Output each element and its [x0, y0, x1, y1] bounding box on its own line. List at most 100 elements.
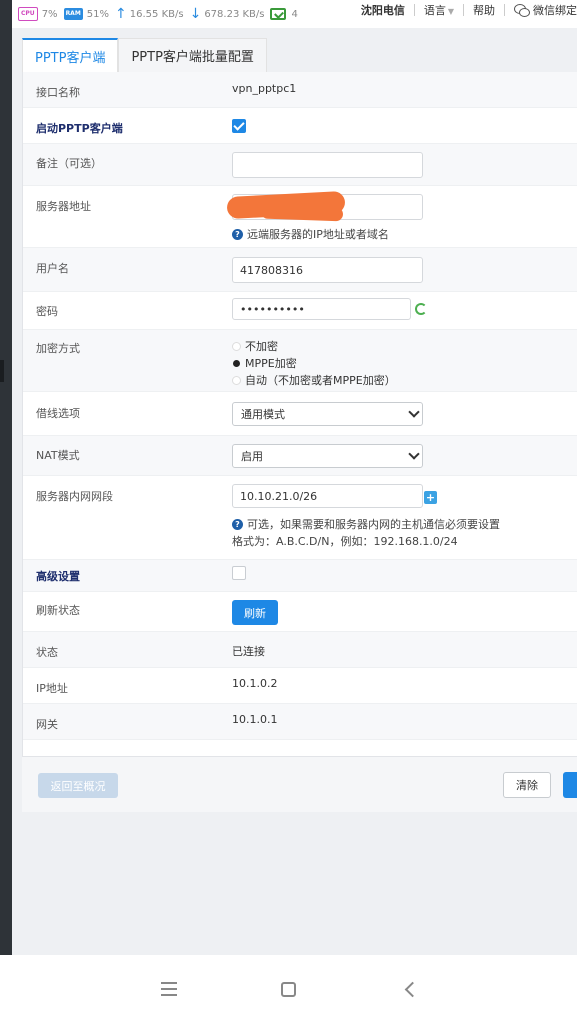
radio-dot [232, 341, 241, 351]
tab-pptp-client[interactable]: PPTP客户端 [22, 38, 119, 72]
menu-icon[interactable] [161, 982, 177, 996]
ip-label: IP地址 [36, 682, 68, 695]
radio-mppe[interactable]: MPPE加密 [232, 355, 297, 371]
row-ip: IP地址 10.1.0.2 [23, 668, 577, 704]
radio-label: 不加密 [245, 340, 278, 353]
upload-stat: ↑ 16.55 KB/s [115, 6, 184, 22]
chevron-down-icon [408, 448, 420, 460]
refresh-label: 刷新状态 [36, 604, 80, 617]
row-interface-name: 接口名称 vpn_pptpc1 [23, 72, 577, 108]
line-borrow-select[interactable]: 通用模式 [232, 402, 423, 426]
row-status: 状态 已连接 [23, 632, 577, 668]
download-arrow-icon: ↓ [189, 6, 202, 22]
interface-name-label: 接口名称 [36, 86, 80, 99]
question-icon: ? [232, 518, 243, 530]
row-advanced: 高级设置 [23, 560, 577, 592]
upload-value: 16.55 KB/s [129, 8, 184, 20]
add-subnet-button[interactable]: + [424, 491, 437, 504]
advanced-checkbox[interactable] [232, 566, 246, 580]
ram-value: 51% [86, 8, 110, 20]
username-label: 用户名 [36, 262, 69, 275]
divider [504, 4, 505, 16]
subnet-help-text: 可选，如果需要和服务器内网的主机通信必须要设置 [247, 518, 500, 531]
status-label: 状态 [36, 646, 58, 659]
status-value: 已连接 [232, 645, 265, 658]
upload-arrow-icon: ↑ [115, 6, 127, 22]
row-gateway: 网关 10.1.0.1 [23, 704, 577, 740]
wechat-bind-link[interactable]: 微信绑定 [533, 2, 577, 18]
row-line-borrow: 借线选项 通用模式 [23, 392, 577, 436]
remark-input[interactable] [232, 152, 423, 178]
language-menu[interactable]: 语言 ▼ [424, 2, 454, 18]
ram-stat: RAM 51% [63, 8, 110, 20]
row-username: 用户名 417808316 [23, 248, 577, 292]
subnet-format-text: 格式为：A.B.C.D/N，例如：192.168.1.0/24 [232, 535, 458, 548]
refresh-icon[interactable] [415, 303, 427, 315]
download-value: 678.23 KB/s [204, 8, 265, 20]
wechat-icon[interactable] [514, 4, 530, 17]
nat-label: NAT模式 [36, 449, 80, 462]
isp-label: 沈阳电信 [360, 4, 405, 17]
top-right-menu: 沈阳电信 语言 ▼ 帮助 微信绑定 [361, 0, 577, 20]
ip-value: 10.1.0.2 [232, 677, 278, 690]
encryption-label: 加密方式 [36, 342, 80, 355]
help-link[interactable]: 帮助 [473, 2, 495, 18]
back-icon[interactable] [404, 981, 421, 998]
refresh-button[interactable]: 刷新 [232, 600, 278, 625]
back-to-overview-button[interactable]: 返回至概况 [38, 773, 118, 798]
system-navigation-bar [0, 955, 577, 1024]
password-label: 密码 [36, 305, 58, 318]
row-encryption: 加密方式 不加密 MPPE加密 自动（不加密或者MPPE加密） [23, 330, 577, 392]
side-panel-edge [0, 0, 12, 955]
question-icon: ? [232, 228, 243, 240]
radio-label: 自动（不加密或者MPPE加密） [245, 374, 396, 387]
radio-auto[interactable]: 自动（不加密或者MPPE加密） [232, 372, 396, 388]
server-help: ? 远端服务器的IP地址或者域名 [232, 226, 389, 242]
line-borrow-label: 借线选项 [36, 407, 80, 420]
devices-value: 4 [291, 8, 298, 20]
divider [463, 4, 464, 16]
advanced-label: 高级设置 [36, 570, 80, 583]
remark-label: 备注（可选） [36, 157, 102, 170]
save-button[interactable] [563, 772, 577, 798]
caret-down-icon: ▼ [447, 7, 454, 16]
row-password: 密码 •••••••••• [23, 292, 577, 330]
radio-dot [232, 375, 241, 385]
devices-stat[interactable]: 4 [270, 8, 298, 20]
redaction-mark [260, 204, 344, 222]
pptp-form-card: 接口名称 vpn_pptpc1 启动PPTP客户端 备注（可选） 服务器地址 0… [22, 72, 577, 756]
row-enable: 启动PPTP客户端 [23, 108, 577, 144]
monitor-icon [270, 8, 287, 20]
clear-button[interactable]: 清除 [503, 772, 551, 798]
radio-no-encryption[interactable]: 不加密 [232, 338, 278, 354]
row-subnet: 服务器内网网段 10.10.21.0/26 ? 可选，如果需要和服务器内网的主机… [23, 476, 577, 560]
gateway-label: 网关 [36, 718, 58, 731]
radio-label: MPPE加密 [245, 357, 297, 370]
subnet-label: 服务器内网网段 [36, 490, 113, 503]
server-help-text: 远端服务器的IP地址或者域名 [247, 228, 389, 241]
chevron-down-icon [408, 406, 420, 418]
row-nat: NAT模式 启用 [23, 436, 577, 476]
row-remark: 备注（可选） [23, 144, 577, 186]
username-input[interactable]: 417808316 [232, 257, 423, 283]
row-refresh: 刷新状态 [23, 592, 577, 632]
nat-select[interactable]: 启用 [232, 444, 423, 468]
side-panel-handle[interactable] [0, 360, 4, 382]
radio-dot-selected [233, 359, 240, 367]
top-status-bar: CPU 7% RAM 51% ↑ 16.55 KB/s ↓ 678.23 KB/… [12, 0, 577, 28]
home-icon[interactable] [281, 982, 296, 997]
subnet-format-hint: 格式为：A.B.C.D/N，例如：192.168.1.0/24 [232, 533, 458, 549]
nat-value: 启用 [241, 450, 263, 463]
enable-checkbox[interactable] [232, 119, 246, 133]
tab-pptp-batch-config[interactable]: PPTP客户端批量配置 [118, 38, 267, 72]
subnet-input[interactable]: 10.10.21.0/26 [232, 484, 423, 508]
cpu-stat: CPU 7% [18, 7, 58, 21]
form-footer: 返回至概况 清除 [22, 756, 577, 812]
password-input[interactable]: •••••••••• [232, 298, 411, 320]
cpu-icon: CPU [18, 7, 38, 21]
ram-icon: RAM [63, 8, 83, 20]
interface-name-value: vpn_pptpc1 [232, 82, 297, 95]
line-borrow-value: 通用模式 [241, 408, 285, 421]
divider [413, 4, 415, 16]
cpu-value: 7% [41, 8, 58, 20]
